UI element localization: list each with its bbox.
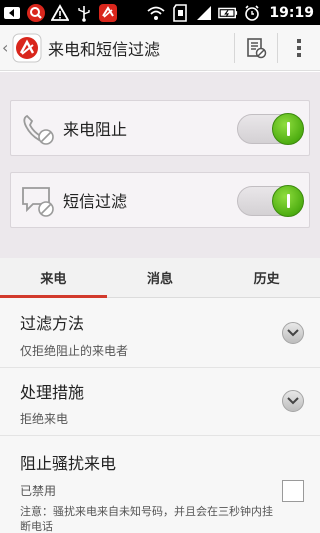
feature-toggles: 来电阻止 短信过滤	[0, 72, 320, 258]
setting-title: 阻止骚扰来电	[20, 454, 117, 473]
sms-filter-card[interactable]: 短信过滤	[10, 172, 310, 228]
sms-filter-label: 短信过滤	[63, 192, 128, 211]
call-block-switch[interactable]	[237, 113, 304, 145]
status-time: 19:19	[269, 4, 314, 21]
setting-value: 已禁用	[20, 484, 57, 498]
more-vert-icon	[297, 38, 301, 57]
sd-card-icon	[170, 3, 190, 23]
chevron-down-icon[interactable]	[282, 322, 304, 344]
filter-method-row[interactable]: 过滤方法 仅拒绝阻止的来电者	[0, 298, 320, 368]
action-row[interactable]: 处理措施 拒绝来电	[0, 368, 320, 436]
setting-note: 注意：骚扰来电来自未知号码，并且会在三秒钟内挂断电话	[20, 505, 273, 533]
setting-value: 拒绝来电	[20, 412, 69, 426]
warning-icon	[50, 3, 70, 23]
tab-messages[interactable]: 消息	[107, 258, 214, 297]
switch-on-knob	[272, 113, 304, 145]
block-nuisance-checkbox[interactable]	[282, 480, 304, 502]
battery-icon	[218, 3, 238, 23]
alarm-icon	[242, 3, 262, 23]
call-block-card[interactable]: 来电阻止	[10, 100, 310, 156]
block-nuisance-row[interactable]: 阻止骚扰来电 已禁用 注意：骚扰来电来自未知号码，并且会在三秒钟内挂断电话	[0, 436, 320, 533]
phone-blocked-icon	[15, 106, 59, 150]
up-chevron-icon[interactable]: ‹	[0, 38, 10, 57]
search-icon	[26, 3, 46, 23]
tab-calls[interactable]: 来电	[0, 258, 107, 298]
setting-value: 仅拒绝阻止的来电者	[20, 344, 129, 358]
signal-icon	[194, 3, 214, 23]
setting-title: 过滤方法	[20, 314, 85, 333]
chevron-down-icon[interactable]	[282, 390, 304, 412]
wifi-icon	[146, 3, 166, 23]
tab-history[interactable]: 历史	[213, 258, 320, 297]
blocked-list-button[interactable]	[235, 25, 277, 71]
app-notification-icon	[98, 3, 118, 23]
app-logo-icon[interactable]	[10, 31, 44, 65]
setting-title: 处理措施	[20, 383, 85, 402]
usb-icon	[74, 3, 94, 23]
status-bar: 19:19	[0, 0, 320, 25]
tab-bar: 来电 消息 历史	[0, 258, 320, 298]
overflow-menu-button[interactable]	[278, 25, 320, 71]
call-block-label: 来电阻止	[63, 120, 128, 139]
block-list-icon	[247, 37, 267, 58]
back-arrow-icon	[2, 3, 22, 23]
switch-on-knob	[272, 185, 304, 217]
sms-filter-switch[interactable]	[237, 185, 304, 217]
app-bar: ‹ 来电和短信过滤	[0, 25, 320, 71]
message-blocked-icon	[15, 178, 59, 222]
page-title: 来电和短信过滤	[48, 39, 161, 59]
call-settings-list: 过滤方法 仅拒绝阻止的来电者 处理措施 拒绝来电 阻止骚扰来电 已禁用 注意：骚…	[0, 298, 320, 533]
